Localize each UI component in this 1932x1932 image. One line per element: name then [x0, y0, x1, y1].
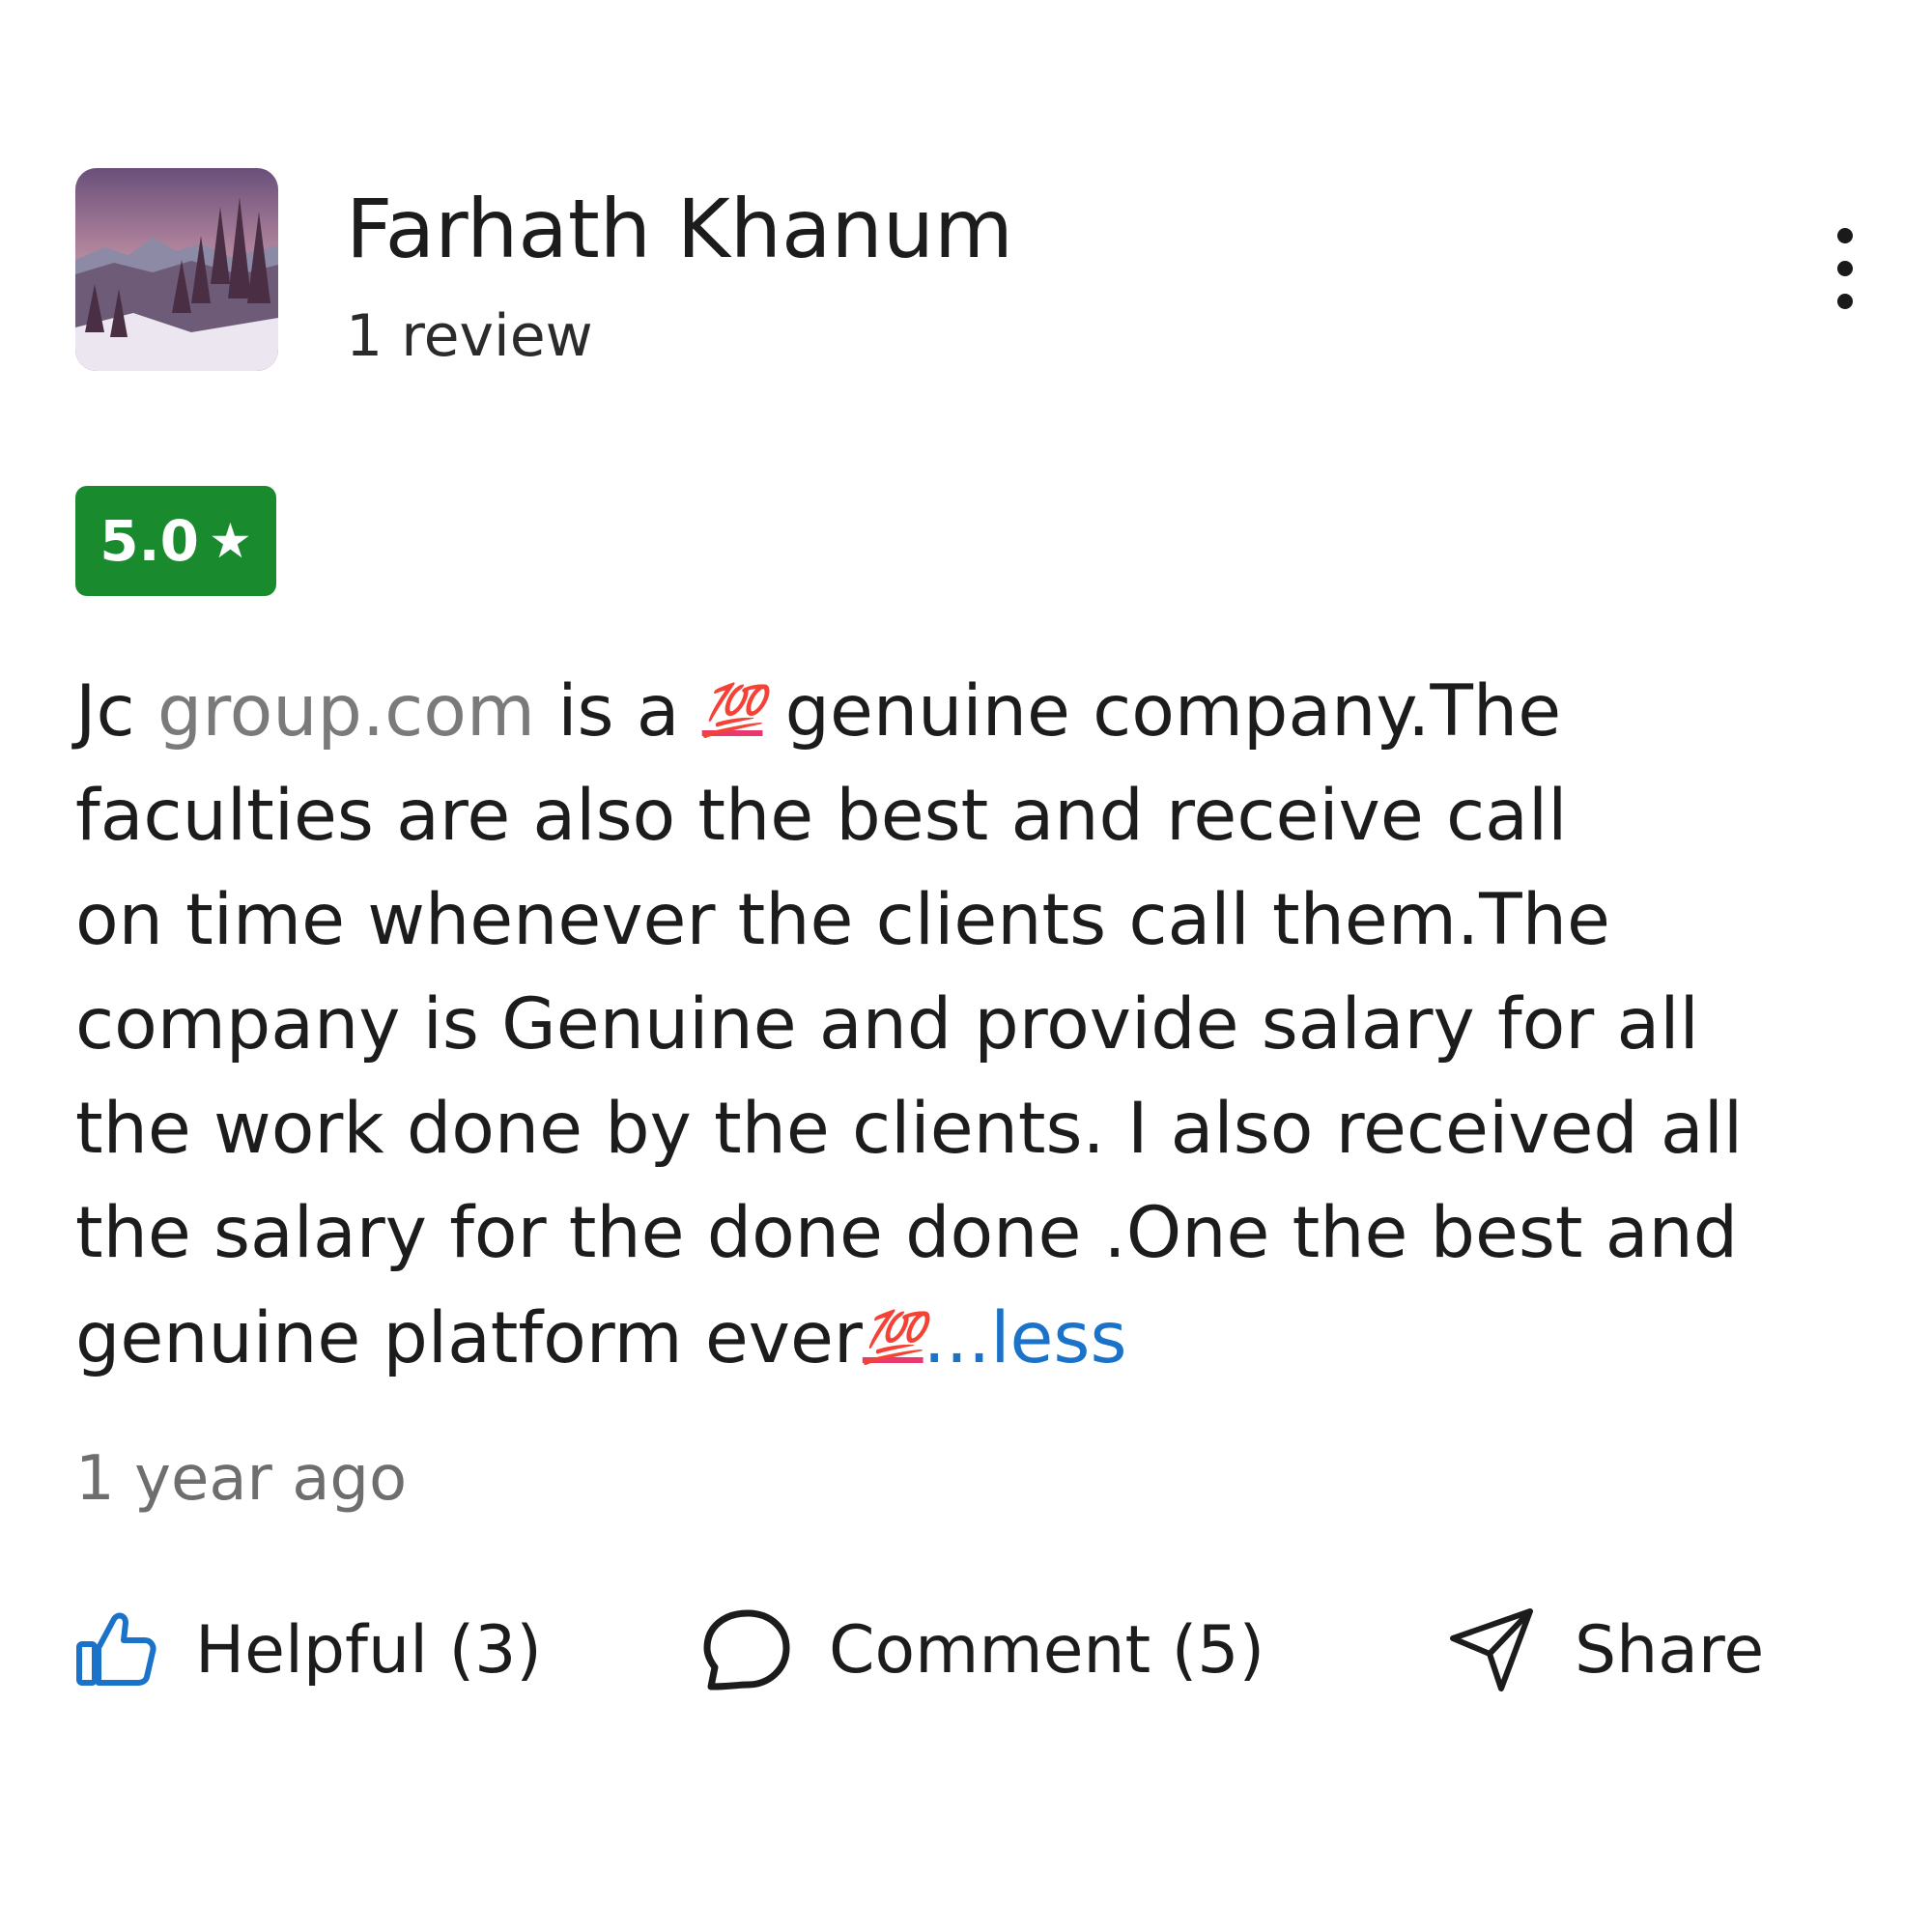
website-link[interactable]: group.com — [157, 670, 535, 753]
more-options-button[interactable] — [1816, 228, 1874, 309]
review-line: Jc group.com is a 💯 genuine company.The — [75, 659, 1891, 764]
review-timestamp: 1 year ago — [75, 1443, 408, 1515]
share-button[interactable]: Share — [1447, 1602, 1764, 1698]
rating-badge: 5.0 ★ — [75, 486, 276, 596]
star-icon: ★ — [208, 513, 252, 569]
paper-plane-icon — [1450, 1608, 1533, 1691]
thumbs-up-icon — [76, 1612, 156, 1686]
hundred-points-emoji-icon: 💯 — [701, 682, 765, 740]
more-vertical-icon-dot — [1837, 261, 1853, 276]
comment-label: Comment (5) — [829, 1611, 1265, 1689]
more-vertical-icon-dot — [1837, 294, 1853, 309]
avatar[interactable] — [75, 168, 278, 371]
review-line: the salary for the done done .One the be… — [75, 1192, 1739, 1274]
review-line: the work done by the clients. I also rec… — [75, 1088, 1744, 1170]
mountain-landscape-image — [75, 168, 278, 371]
review-line: genuine platform ever💯...less — [75, 1286, 1891, 1391]
share-label: Share — [1575, 1611, 1765, 1689]
review-text-segment: Jc — [75, 670, 157, 753]
review-line: company is Genuine and provide salary fo… — [75, 983, 1699, 1065]
helpful-button[interactable]: Helpful (3) — [75, 1602, 542, 1698]
review-text-segment: is a — [535, 670, 702, 753]
show-less-link[interactable]: ...less — [923, 1297, 1127, 1379]
review-text: Jc group.com is a 💯 genuine company.The … — [75, 659, 1891, 1391]
helpful-label: Helpful (3) — [195, 1611, 542, 1689]
reviewer-name[interactable]: Farhath Khanum — [346, 176, 1013, 282]
comment-button[interactable]: Comment (5) — [703, 1602, 1264, 1698]
speech-bubble-icon — [703, 1609, 790, 1690]
review-line: faculties are also the best and receive … — [75, 775, 1568, 857]
hundred-points-emoji-icon: 💯 — [862, 1309, 925, 1367]
more-vertical-icon — [1837, 228, 1853, 243]
review-text-segment: genuine platform ever — [75, 1297, 863, 1379]
review-count: 1 review — [346, 302, 593, 370]
review-line: on time whenever the clients call them.T… — [75, 879, 1610, 961]
review-text-segment: genuine company.The — [762, 670, 1562, 753]
rating-value: 5.0 — [99, 508, 199, 574]
